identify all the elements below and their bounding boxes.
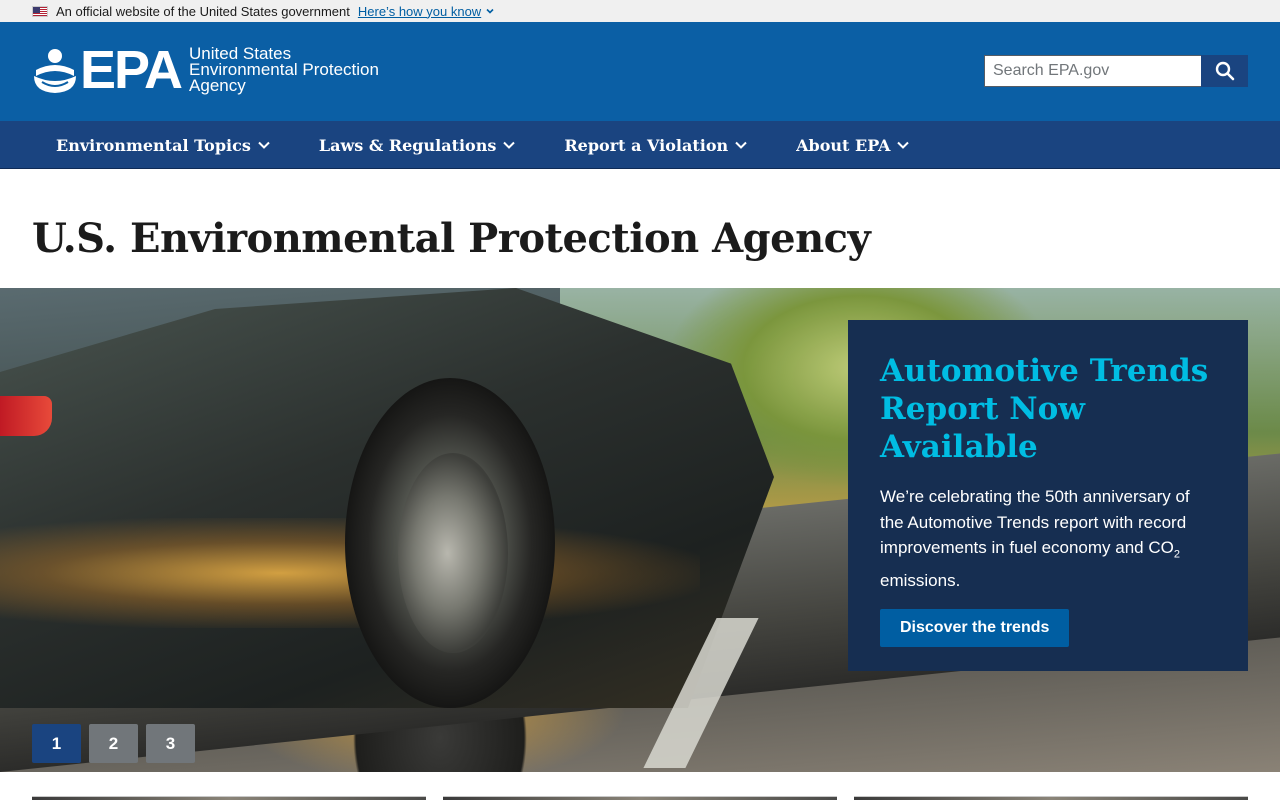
- gov-banner: An official website of the United States…: [0, 0, 1280, 22]
- chevron-down-icon: [486, 8, 494, 14]
- chevron-down-icon: [735, 141, 747, 149]
- hero-card: Automotive Trends Report Now Available W…: [848, 320, 1248, 671]
- search-form: [984, 55, 1248, 87]
- hero-card-title: Automotive Trends Report Now Available: [880, 353, 1209, 465]
- epa-logo-text: EPA: [80, 40, 183, 100]
- epa-seal-icon: [34, 49, 76, 93]
- carousel-slide-2-button[interactable]: 2: [89, 724, 138, 763]
- feature-card-1[interactable]: [32, 796, 426, 800]
- agency-line-3: Agency: [189, 76, 246, 95]
- heres-how-you-know-label: Here’s how you know: [357, 3, 482, 19]
- nav-item-laws-regulations[interactable]: Laws & Regulations: [295, 121, 541, 169]
- agency-name: United States Environmental Protection A…: [189, 45, 379, 95]
- nav-item-report-a-violation[interactable]: Report a Violation: [540, 121, 772, 169]
- heres-how-you-know-link[interactable]: Here’s how you know: [358, 4, 495, 19]
- carousel-pager: 1 2 3: [32, 724, 195, 763]
- page-title: U.S. Environmental Protection Agency: [32, 215, 871, 262]
- feature-card-3[interactable]: [854, 796, 1248, 800]
- carousel-slide-3-button[interactable]: 3: [146, 724, 195, 763]
- nav-item-label: Environmental Topics: [56, 135, 251, 155]
- nav-item-label: Report a Violation: [564, 135, 729, 155]
- hero-card-text-part-2: emissions.: [880, 570, 961, 590]
- discover-the-trends-button[interactable]: Discover the trends: [880, 609, 1070, 648]
- gov-banner-text: An official website of the United States…: [56, 3, 350, 19]
- hero-taillight: [0, 396, 52, 436]
- hero-wheel-rim: [398, 453, 508, 653]
- search-icon: [1215, 61, 1234, 81]
- search-input[interactable]: [984, 55, 1201, 87]
- main-nav: Environmental Topics Laws & Regulations …: [0, 121, 1280, 169]
- carousel-slide-1-button[interactable]: 1: [32, 724, 81, 763]
- nav-item-label: Laws & Regulations: [318, 135, 497, 155]
- nav-item-environmental-topics[interactable]: Environmental Topics: [32, 121, 295, 169]
- chevron-down-icon: [258, 141, 270, 149]
- hero-card-text-part-1: We’re celebrating the 50th anniversary o…: [880, 487, 1190, 557]
- site-header: EPA United States Environmental Protecti…: [0, 22, 1280, 121]
- epa-logo[interactable]: EPA United States Environmental Protecti…: [32, 40, 379, 100]
- nav-item-label: About EPA: [796, 135, 891, 155]
- hero-card-text: We’re celebrating the 50th anniversary o…: [880, 484, 1216, 593]
- search-button[interactable]: [1201, 55, 1248, 87]
- hero-carousel: Automotive Trends Report Now Available W…: [0, 288, 1280, 772]
- chevron-down-icon: [897, 141, 910, 149]
- nav-item-about-epa[interactable]: About EPA: [772, 121, 934, 169]
- feature-card-2[interactable]: [443, 796, 837, 800]
- feature-cards: [32, 796, 1248, 800]
- us-flag-icon: [32, 5, 48, 17]
- hero-card-text-subscript: 2: [1173, 548, 1180, 561]
- chevron-down-icon: [503, 141, 516, 149]
